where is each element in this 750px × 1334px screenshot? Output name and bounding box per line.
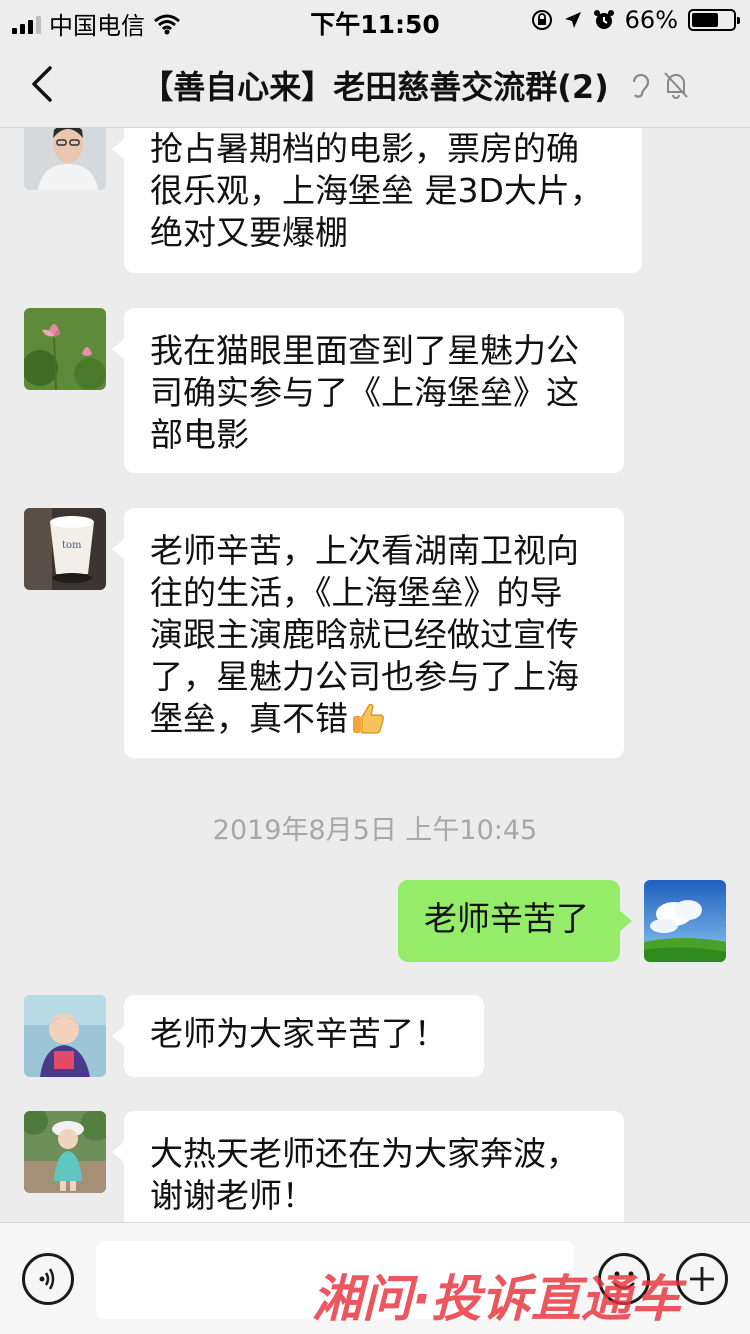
location-icon (564, 12, 581, 28)
lotus-flower-avatar[interactable] (24, 308, 106, 390)
message-line-text: 堡垒，真不错 (150, 699, 348, 738)
message-bubble[interactable]: 我在猫眼里面查到了星魅力公 司确实参与了《上海堡垒》这 部电影 (112, 308, 624, 473)
more-options-button[interactable] (676, 1253, 728, 1305)
chat-title[interactable]: 【善自心来】老田慈善交流群(2) (80, 62, 670, 108)
man-portrait-avatar[interactable] (24, 128, 106, 190)
message-bubble[interactable]: 老师为大家辛苦了！ (112, 995, 484, 1077)
voice-icon (39, 1268, 55, 1290)
plus-icon (690, 1267, 714, 1291)
message-line: 老师为大家辛苦了！ (150, 1014, 447, 1053)
message-line: 往的生活，《上海堡垒》的导 (150, 573, 563, 612)
message-line: 绝对又要爆棚 (150, 213, 348, 252)
earpiece-mode-icon (632, 73, 650, 98)
rotation-lock-icon (531, 10, 552, 30)
message-input[interactable] (96, 1241, 574, 1319)
back-button[interactable] (24, 60, 64, 108)
navigation-bar: 【善自心来】老田慈善交流群(2) (0, 40, 750, 128)
message-timestamp: 2019年8月5日 上午10:45 (212, 815, 538, 846)
message-line: 堡垒，真不错 (150, 698, 598, 740)
mute-notifications-icon (664, 72, 688, 99)
coffee-cup-avatar[interactable]: tom (24, 508, 106, 590)
message-line: 大热天老师还在为大家奔波， (150, 1134, 579, 1173)
input-toolbar (0, 1222, 750, 1334)
status-bar: 中国电信 下午11:50 66% (0, 0, 750, 40)
message-line: 老师辛苦，上次看湖南卫视向 (150, 531, 579, 570)
sky-landscape-avatar[interactable] (644, 880, 726, 962)
chat-message-list[interactable]: 抢占暑期档的电影，票房的确 很乐观，上海堡垒 是3D大片， 绝对又要爆棚 我在猫… (0, 128, 750, 1222)
thumbs-up-emoji (353, 703, 384, 734)
message-bubble-self[interactable]: 老师辛苦了 (398, 880, 632, 962)
battery-percent: 66% (624, 6, 678, 34)
message-bubble[interactable]: 抢占暑期档的电影，票房的确 很乐观，上海堡垒 是3D大片， 绝对又要爆棚 (112, 128, 642, 273)
chevron-left-icon (32, 66, 52, 102)
voice-button[interactable] (22, 1253, 74, 1305)
message-line: 部电影 (150, 415, 249, 454)
alarm-icon (593, 10, 614, 29)
message-line: 谢谢老师！ (150, 1176, 315, 1215)
emoji-button[interactable] (598, 1253, 650, 1305)
child-outdoor-avatar[interactable] (24, 1111, 106, 1193)
message-line: 老师辛苦了 (424, 899, 589, 938)
battery-icon (688, 9, 740, 31)
emoji-icon (613, 1271, 635, 1290)
message-bubble[interactable]: 大热天老师还在为大家奔波， 谢谢老师！ (112, 1111, 624, 1222)
child-portrait-avatar[interactable] (24, 995, 106, 1077)
message-line: 我在猫眼里面查到了星魅力公 (150, 331, 579, 370)
message-bubble[interactable]: 老师辛苦，上次看湖南卫视向 往的生活，《上海堡垒》的导 演跟主演鹿晗就已经做过宣… (112, 508, 624, 758)
svg-text:tom: tom (62, 540, 82, 551)
message-line: 演跟主演鹿晗就已经做过宣传 (150, 615, 579, 654)
message-line: 了，星魅力公司也参与了上海 (150, 657, 579, 696)
message-line: 很乐观，上海堡垒 是3D大片， (150, 171, 603, 210)
message-line: 司确实参与了《上海堡垒》这 (150, 373, 579, 412)
message-line: 抢占暑期档的电影，票房的确 (150, 129, 579, 168)
